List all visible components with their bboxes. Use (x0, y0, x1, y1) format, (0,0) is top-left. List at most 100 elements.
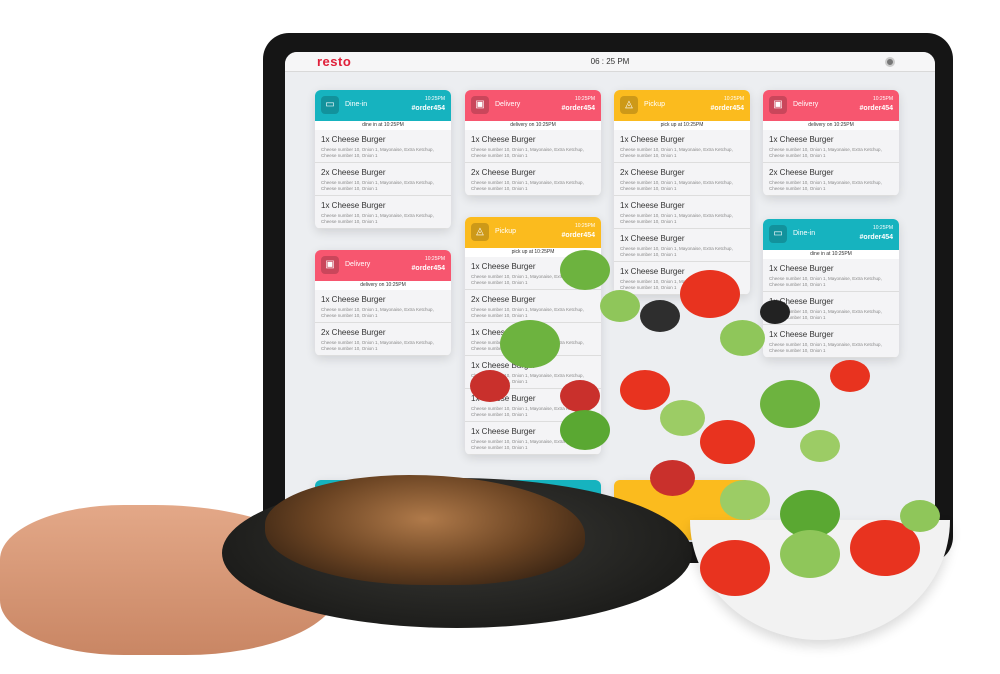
item-description: Cheese number 10, Onion 1, Mayonaise, Ex… (321, 180, 434, 191)
order-item[interactable]: 1x Cheese Burger Cheese number 10, Onion… (763, 130, 899, 163)
item-description: Cheese number 10, Onion 1, Mayonaise, Ex… (620, 180, 733, 191)
order-time: 10:25PM (424, 256, 445, 262)
vegetable-piece (620, 370, 670, 410)
order-number: #order454 (561, 105, 595, 112)
order-item[interactable]: 2x Cheese Burger Cheese number 10, Onion… (315, 163, 451, 196)
vegetable-piece (900, 500, 940, 532)
order-time: 10:25PM (872, 225, 893, 231)
item-description: Cheese number 10, Onion 1, Mayonaise, Ex… (769, 147, 882, 158)
vegetable-piece (650, 460, 695, 496)
clock: 06 : 25 PM (590, 57, 630, 66)
order-card[interactable]: ▣ Delivery 10:25PM #order454 delivery on… (465, 90, 601, 196)
settings-icon[interactable] (885, 57, 895, 67)
order-card-header: ▣ Delivery 10:25PM #order454 (315, 250, 451, 281)
vegetable-piece (640, 300, 680, 332)
order-type: Delivery (345, 261, 371, 268)
order-item[interactable]: 2x Cheese Burger Cheese number 10, Onion… (763, 163, 899, 196)
pickup-icon: ◬ (471, 223, 489, 241)
item-name: 2x Cheese Burger (321, 328, 386, 337)
item-description: Cheese number 10, Onion 1, Mayonaise, Ex… (321, 147, 434, 158)
order-item[interactable]: 2x Cheese Burger Cheese number 10, Onion… (315, 323, 451, 356)
order-item[interactable]: 2x Cheese Burger Cheese number 10, Onion… (614, 163, 750, 196)
vegetable-piece (680, 270, 740, 318)
order-item[interactable]: 1x Cheese Burger Cheese number 10, Onion… (614, 130, 750, 163)
order-card[interactable]: ▣ Delivery 10:25PM #order454 delivery on… (315, 250, 451, 356)
vegetable-piece (600, 290, 640, 322)
item-description: Cheese number 10, Onion 1, Mayonaise, Ex… (471, 307, 584, 318)
vegetable-piece (700, 540, 770, 596)
vegetable-piece (720, 480, 770, 520)
order-item[interactable]: 1x Cheese Burger Cheese number 10, Onion… (465, 130, 601, 163)
item-description: Cheese number 10, Onion 1, Mayonaise, Ex… (321, 307, 434, 318)
order-type: Delivery (495, 101, 521, 108)
order-card-header: ▭ Dine-in 10:25PM #order454 (315, 90, 451, 121)
item-description: Cheese number 10, Onion 1, Mayonaise, Ex… (769, 276, 882, 287)
order-type: Pickup (495, 228, 517, 235)
order-time: 10:25PM (723, 96, 744, 102)
order-card-header: ▭ Dine-in 10:25PM #order454 (763, 219, 899, 250)
item-description: Cheese number 10, Onion 1, Mayonaise, Ex… (620, 213, 733, 224)
order-item[interactable]: 2x Cheese Burger Cheese number 10, Onion… (465, 163, 601, 196)
vegetable-piece (500, 320, 560, 368)
vegetable-piece (780, 530, 840, 578)
item-name: 1x Cheese Burger (769, 330, 834, 339)
item-name: 1x Cheese Burger (321, 135, 386, 144)
item-description: Cheese number 10, Onion 1, Mayonaise, Ex… (620, 246, 733, 257)
item-name: 1x Cheese Burger (620, 135, 685, 144)
order-card-header: ◬ Pickup 10:25PM #order454 (465, 217, 601, 248)
item-name: 1x Cheese Burger (620, 201, 685, 210)
item-description: Cheese number 10, Onion 1, Mayonaise, Ex… (321, 213, 434, 224)
pickup-icon: ◬ (620, 96, 638, 114)
item-description: Cheese number 10, Onion 1, Mayonaise, Ex… (620, 147, 733, 158)
vegetable-piece (830, 360, 870, 392)
vegetable-piece (700, 420, 755, 464)
delivery-icon: ▣ (769, 96, 787, 114)
order-item[interactable]: 1x Cheese Burger Cheese number 10, Onion… (614, 229, 750, 262)
order-card[interactable]: ▭ Dine-in 10:25PM #order454 dine in at 1… (763, 219, 899, 358)
vegetable-piece (760, 300, 790, 324)
item-name: 1x Cheese Burger (471, 135, 536, 144)
item-name: 1x Cheese Burger (620, 234, 685, 243)
order-card[interactable]: ◬ Pickup 10:25PM #order454 pick up at 10… (614, 90, 750, 295)
order-item[interactable]: 1x Cheese Burger Cheese number 10, Onion… (315, 196, 451, 229)
order-item[interactable]: 1x Cheese Burger Cheese number 10, Onion… (315, 130, 451, 163)
order-type: Delivery (793, 101, 819, 108)
order-card[interactable]: ▣ Delivery 10:25PM #order454 delivery on… (763, 90, 899, 196)
vegetable-piece (470, 370, 510, 402)
order-number: #order454 (411, 265, 445, 272)
order-item[interactable]: 1x Cheese Burger Cheese number 10, Onion… (763, 259, 899, 292)
delivery-icon: ▣ (471, 96, 489, 114)
item-description: Cheese number 10, Onion 1, Mayonaise, Ex… (769, 342, 882, 353)
top-bar: resto 06 : 25 PM (285, 52, 935, 72)
order-number: #order454 (411, 105, 445, 112)
item-name: 1x Cheese Burger (321, 295, 386, 304)
vegetable-piece (720, 320, 765, 356)
vegetable-piece (560, 410, 610, 450)
order-item[interactable]: 1x Cheese Burger Cheese number 10, Onion… (315, 290, 451, 323)
order-time: 10:25PM (424, 96, 445, 102)
order-time: 10:25PM (574, 223, 595, 229)
vegetable-piece (660, 400, 705, 436)
order-time: 10:25PM (872, 96, 893, 102)
order-number: #order454 (710, 105, 744, 112)
order-card[interactable]: ▭ Dine-in 10:25PM #order454 dine in at 1… (315, 90, 451, 229)
order-schedule: pick up at 10:25PM (614, 121, 750, 130)
order-schedule: delivery on 10:25PM (763, 121, 899, 130)
order-item[interactable]: 1x Cheese Burger Cheese number 10, Onion… (763, 325, 899, 358)
vegetable-piece (560, 250, 610, 290)
item-name: 2x Cheese Burger (471, 168, 536, 177)
item-description: Cheese number 10, Onion 1, Mayonaise, Ex… (471, 147, 584, 158)
order-schedule: dine in at 10:25PM (763, 250, 899, 259)
dine-in-icon: ▭ (769, 225, 787, 243)
order-schedule: delivery on 10:25PM (465, 121, 601, 130)
order-schedule: dine in at 10:25PM (315, 121, 451, 130)
order-item[interactable]: 2x Cheese Burger Cheese number 10, Onion… (465, 290, 601, 323)
order-item[interactable]: 1x Cheese Burger Cheese number 10, Onion… (614, 196, 750, 229)
order-type: Pickup (644, 101, 666, 108)
order-number: #order454 (859, 234, 893, 241)
item-name: 2x Cheese Burger (321, 168, 386, 177)
order-type: Dine-in (793, 230, 816, 237)
item-name: 1x Cheese Burger (321, 201, 386, 210)
item-name: 1x Cheese Burger (769, 135, 834, 144)
order-type: Dine-in (345, 101, 368, 108)
